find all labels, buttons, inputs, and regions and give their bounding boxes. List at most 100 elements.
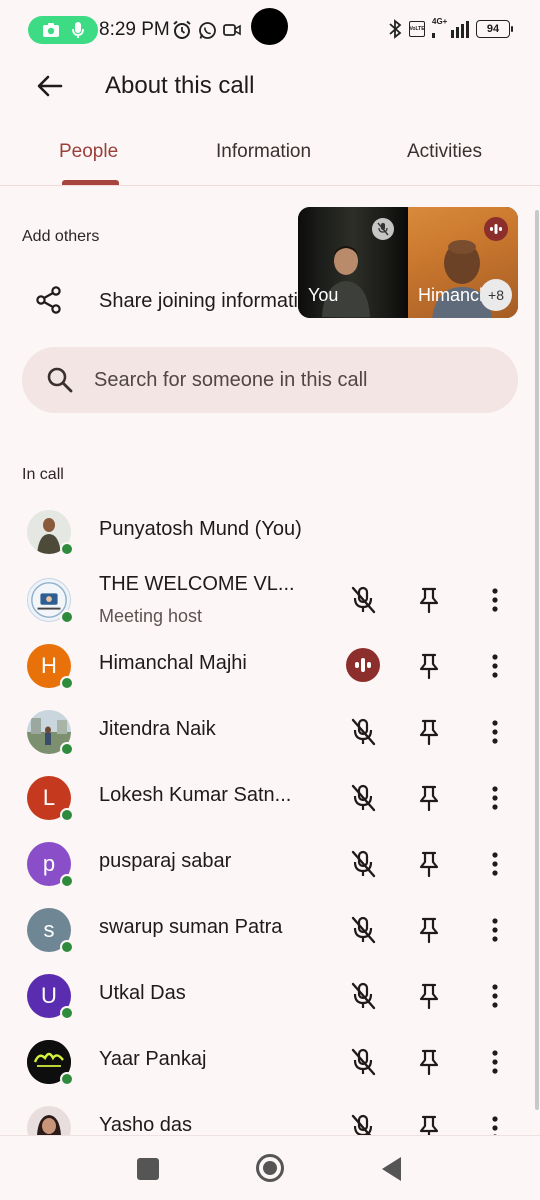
system-back-button[interactable] [382,1157,401,1181]
tab-activities[interactable]: Activities [407,141,482,163]
video-tile-himanchal[interactable]: Himanchal +8 [408,207,518,318]
participant-row[interactable]: s swarup suman Patra [0,898,540,964]
online-status-dot [60,874,74,888]
tab-information[interactable]: Information [216,141,311,163]
more-options-button[interactable] [480,911,510,949]
more-options-button[interactable] [480,1109,510,1135]
more-options-button[interactable] [480,647,510,685]
participant-row[interactable]: H Himanchal Majhi [0,634,540,700]
mic-off-icon [351,718,376,746]
mute-status-button[interactable] [344,581,382,619]
online-status-dot [60,1006,74,1020]
video-notification-icon [223,24,241,36]
avatar-initial: H [41,653,57,678]
participant-name: Himanchal Majhi [99,652,247,674]
active-tab-indicator [62,180,119,185]
back-button[interactable] [30,66,70,106]
search-input[interactable] [92,347,492,413]
avatar-initial: U [41,983,57,1008]
whatsapp-icon [199,21,216,39]
pin-button[interactable] [410,1043,448,1081]
more-options-button[interactable] [480,779,510,817]
mute-status-button[interactable] [344,911,382,949]
pin-button[interactable] [410,581,448,619]
avatar [27,578,74,624]
video-tile-you[interactable]: You [298,207,408,318]
mic-off-icon [351,916,376,944]
floating-video-tiles[interactable]: You Himanchal +8 [298,207,518,318]
pin-button[interactable] [410,713,448,751]
more-options-button[interactable] [480,581,510,619]
participant-name: Yaar Pankaj [99,1048,207,1070]
tile-muted-mic [372,218,394,240]
tab-people[interactable]: People [59,141,118,163]
participant-name: Lokesh Kumar Satn... [99,784,292,806]
speaking-indicator[interactable] [346,648,380,682]
mute-status-button[interactable] [344,1043,382,1081]
status-system-icons: VoLTE 4G+ 94 [388,18,513,39]
participant-name: THE WELCOME VL... [99,573,295,595]
participant-row[interactable]: L Lokesh Kumar Satn... [0,766,540,832]
pin-button[interactable] [410,779,448,817]
more-options-button[interactable] [480,977,510,1015]
participant-row[interactable]: Jitendra Naik [0,700,540,766]
more-vert-icon [492,654,498,678]
search-bar[interactable] [22,347,518,413]
avatar: p [27,842,74,888]
avatar [27,710,74,756]
participant-row[interactable]: U Utkal Das [0,964,540,1030]
more-options-button[interactable] [480,713,510,751]
participant-name: Utkal Das [99,982,186,1004]
online-status-dot [60,742,74,756]
participant-row[interactable]: Punyatosh Mund (You) [0,500,540,566]
profile-photo [27,1106,71,1135]
video-tile-name: You [308,285,339,305]
pin-button[interactable] [410,647,448,685]
more-options-button[interactable] [480,845,510,883]
battery-level: 94 [486,23,500,35]
participant-list[interactable]: Punyatosh Mund (You) THE WELCOME VL... M… [0,500,540,1135]
pin-button[interactable] [410,911,448,949]
screen-record-indicator[interactable] [28,16,98,44]
camera-icon [42,23,59,37]
participant-row[interactable]: THE WELCOME VL... Meeting host [0,568,540,634]
scrollbar[interactable] [535,210,539,1110]
tab-bar: People Information Activities [0,130,540,186]
mute-status-button[interactable] [344,779,382,817]
alarm-icon [173,20,191,39]
battery-icon: 94 [476,20,513,38]
pin-button[interactable] [410,977,448,1015]
avatar: H [27,644,74,690]
participant-row[interactable]: Yasho das [0,1096,540,1135]
mute-status-button[interactable] [344,713,382,751]
avatar: L [27,776,74,822]
pin-icon [419,1049,439,1076]
audio-level-icon [490,224,502,234]
add-others-heading: Add others [22,228,100,245]
pin-icon [419,917,439,944]
avatar-initial: p [42,851,56,876]
mic-off-icon [351,784,376,812]
participant-row[interactable]: Yaar Pankaj [0,1030,540,1096]
pin-icon [419,719,439,746]
pin-button[interactable] [410,1109,448,1135]
mute-status-button[interactable] [344,845,382,883]
mic-off-icon [351,850,376,878]
online-status-dot [60,676,74,690]
arrow-back-icon [37,75,63,97]
front-camera-cutout [251,8,288,45]
avatar [27,1106,71,1135]
mute-status-button[interactable] [344,1109,382,1135]
more-vert-icon [492,1050,498,1074]
more-options-button[interactable] [480,1043,510,1081]
participant-row[interactable]: p pusparaj sabar [0,832,540,898]
mic-off-icon [351,1048,376,1076]
mute-status-button[interactable] [344,977,382,1015]
more-participants-badge[interactable]: +8 [480,279,512,311]
recents-button[interactable] [137,1158,159,1180]
more-vert-icon [492,588,498,612]
pin-button[interactable] [410,845,448,883]
home-button[interactable] [256,1154,284,1182]
share-joining-info-label: Share joining information [99,290,321,312]
avatar: U [27,974,74,1020]
